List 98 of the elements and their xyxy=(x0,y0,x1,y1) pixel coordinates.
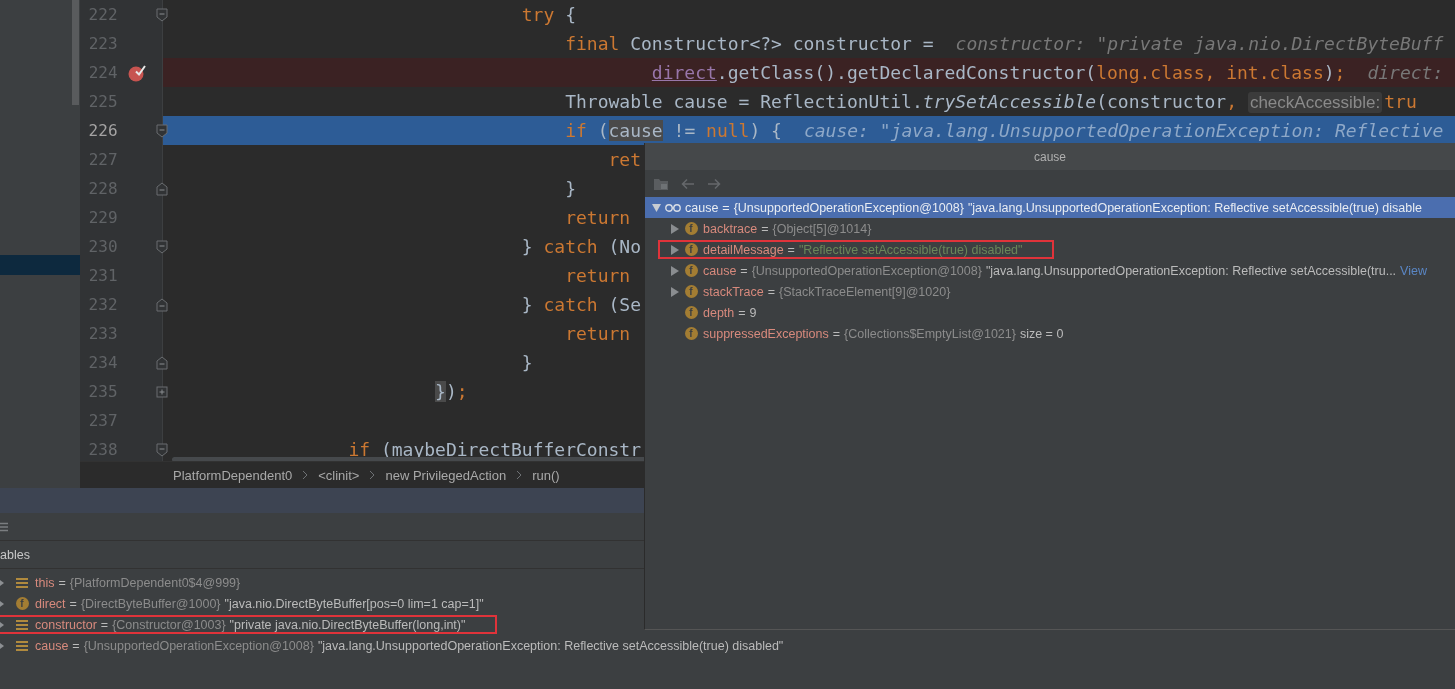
collapse-arrow-icon[interactable] xyxy=(651,202,661,213)
breadcrumb[interactable]: <clinit> xyxy=(318,467,360,483)
equals-sign: = xyxy=(740,263,748,278)
variable-type: {UnsupportedOperationException@1008} xyxy=(733,200,964,215)
equals-sign: = xyxy=(832,326,841,341)
code-line: final Constructor<?> constructor = constructor: "private java.nio.DirectByteBuff xyxy=(565,33,1444,54)
variable-type: {Collections$EmptyList@1021} xyxy=(844,326,1016,341)
back-arrow-icon[interactable] xyxy=(681,177,695,190)
expand-arrow-icon[interactable] xyxy=(669,223,679,234)
equals-sign: = xyxy=(100,617,109,632)
variable-value: 9 xyxy=(749,305,757,320)
code-line: ret xyxy=(608,149,641,170)
expand-arrow-icon[interactable] xyxy=(0,619,4,630)
equals-sign: = xyxy=(58,575,66,590)
field-icon: f xyxy=(684,327,698,340)
code-line: } xyxy=(565,178,576,199)
breadcrumb[interactable]: run() xyxy=(532,467,560,483)
equals-sign: = xyxy=(761,221,769,236)
variable-name: depth xyxy=(703,305,735,320)
popup-title: cause xyxy=(645,143,1455,170)
breadcrumb[interactable]: PlatformDependent0 xyxy=(173,467,293,483)
code-line: try { xyxy=(521,4,576,25)
fold-icon[interactable] xyxy=(156,239,168,254)
expand-arrow-icon[interactable] xyxy=(669,286,679,297)
variable-name: direct xyxy=(35,596,66,611)
expand-arrow-icon[interactable] xyxy=(0,598,4,609)
variable-name: constructor xyxy=(35,617,97,632)
variable-value: "Reflective setAccessible(true) disabled" xyxy=(798,242,1023,257)
variable-value: "java.lang.UnsupportedOperationException: Reflective setAccessible(tru... xyxy=(985,263,1397,278)
scrollbar-thumb[interactable] xyxy=(72,0,79,105)
breadcrumb[interactable]: new PrivilegedAction xyxy=(385,467,507,483)
forward-arrow-icon[interactable] xyxy=(707,177,721,190)
field-icon: f xyxy=(15,597,29,610)
line-number: 226 xyxy=(87,121,118,140)
equals-sign: = xyxy=(722,200,730,215)
expand-arrow-icon[interactable] xyxy=(0,640,4,651)
equals-sign: = xyxy=(69,596,77,611)
variable-icon xyxy=(16,639,28,652)
code-line: direct.getClass().getDeclaredConstructor(long.class, int.class); direct: xyxy=(651,62,1444,83)
variable-name: cause xyxy=(685,200,719,215)
variable-type: {PlatformDependent0$4@999} xyxy=(69,575,241,590)
equals-sign: = xyxy=(767,284,775,299)
code-line: if (maybeDirectBufferConstr xyxy=(348,439,641,460)
equals-sign: = xyxy=(787,242,795,257)
variable-name: cause xyxy=(35,638,69,653)
variable-name: stackTrace xyxy=(703,284,764,299)
list-icon[interactable] xyxy=(0,521,8,532)
variable-name: detailMessage xyxy=(703,242,784,257)
chevron-icon xyxy=(302,470,309,480)
code-line: } xyxy=(521,352,533,373)
fold-icon[interactable] xyxy=(156,384,168,399)
field-icon: f xyxy=(684,285,698,298)
variable-type: {UnsupportedOperationException@1008} xyxy=(83,638,314,653)
field-icon: f xyxy=(684,222,698,235)
code-line: if (cause != null) { cause: "java.lang.UnsupportedOperationException: Reflective xyxy=(565,120,1444,141)
variable-value: "private java.nio.DirectByteBuffer(long,int)" xyxy=(229,617,466,632)
code-line: Throwable cause = ReflectionUtil.trySetAccessible(constructor, checkAccessible: tru xyxy=(565,90,1417,113)
equals-sign: = xyxy=(72,638,80,653)
variable-value: size = 0 xyxy=(1019,326,1064,341)
fold-icon[interactable] xyxy=(156,442,168,457)
variable-value: "java.lang.UnsupportedOperationException: Reflective setAccessible(true) disabled" xyxy=(317,638,784,653)
variable-value: "java.nio.DirectByteBuffer[pos=0 lim=1 cap=1]" xyxy=(224,596,484,611)
fold-icon[interactable] xyxy=(156,123,168,138)
code-line: return xyxy=(565,207,631,228)
fold-icon[interactable] xyxy=(156,181,168,196)
code-line: } catch (No xyxy=(521,236,641,257)
code-line: } catch (Se xyxy=(521,294,641,315)
expand-arrow-icon[interactable] xyxy=(669,244,679,255)
folder-icon[interactable] xyxy=(653,176,669,191)
fold-icon[interactable] xyxy=(156,297,168,312)
glasses-icon xyxy=(665,202,681,213)
fold-icon[interactable] xyxy=(156,7,168,22)
chevron-icon xyxy=(369,470,376,480)
variable-type: {Object[5]@1014} xyxy=(772,221,872,236)
expand-arrow-icon[interactable] xyxy=(0,577,4,588)
variable-name: cause xyxy=(703,263,737,278)
fold-icon[interactable] xyxy=(156,355,168,370)
variable-icon xyxy=(16,576,28,589)
variable-type: {Constructor@1003} xyxy=(112,617,226,632)
field-icon: f xyxy=(684,243,698,256)
selected-tree-row[interactable]: cause = {UnsupportedOperationException@1008} "java.lang.UnsupportedOperationException: Reflective setAccessible(true) disable xyxy=(645,197,1455,218)
equals-sign: = xyxy=(738,305,746,320)
variable-name: suppressedExceptions xyxy=(703,326,829,341)
variable-value: "java.lang.UnsupportedOperationException: Reflective setAccessible(true) disable xyxy=(967,200,1422,215)
chevron-icon xyxy=(516,470,523,480)
expand-arrow-icon[interactable] xyxy=(669,265,679,276)
code-line: return xyxy=(565,323,631,344)
code-line: return xyxy=(565,265,631,286)
tab[interactable]: ables xyxy=(0,547,30,562)
variable-type: {DirectByteBuffer@1000} xyxy=(80,596,221,611)
variable-type: {StackTraceElement[9]@1020} xyxy=(779,284,951,299)
field-icon: f xyxy=(684,264,698,277)
code-line: }); xyxy=(435,381,468,402)
variable-name: this xyxy=(35,575,55,590)
variable-type: {UnsupportedOperationException@1008} xyxy=(751,263,982,278)
field-icon: f xyxy=(684,306,698,319)
variable-name: backtrace xyxy=(703,221,758,236)
variable-icon xyxy=(16,618,28,631)
